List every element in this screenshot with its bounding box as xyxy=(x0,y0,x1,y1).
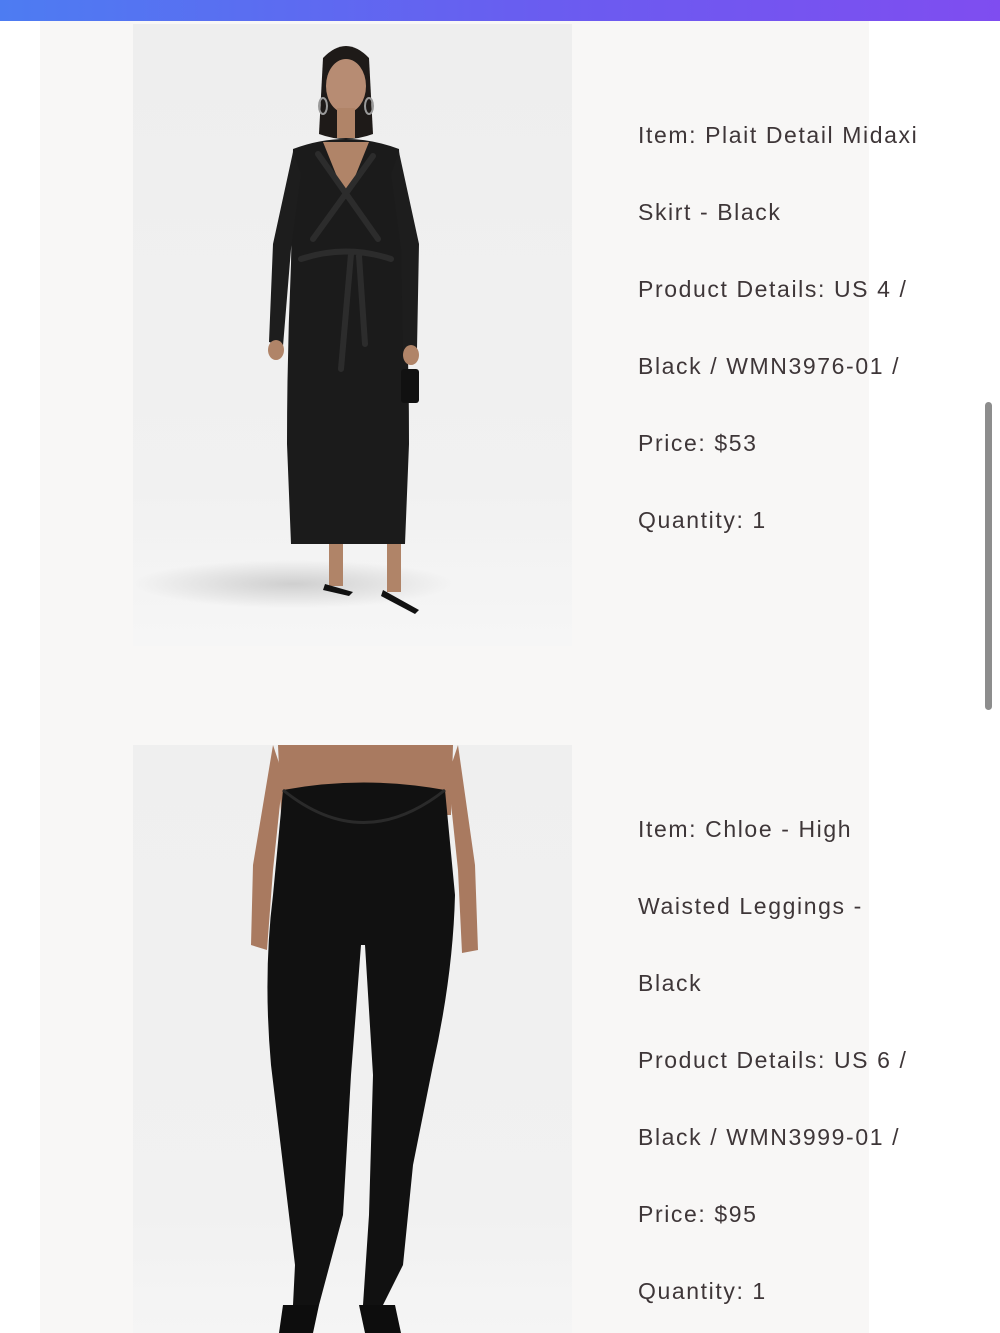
quantity-text: Quantity: 1 xyxy=(638,507,767,533)
product-details-line: Product Details: US 6 / xyxy=(638,1047,908,1073)
skirt-model-illustration xyxy=(133,24,572,646)
price-text: Price: $95 xyxy=(638,1201,758,1227)
price-text: Price: $53 xyxy=(638,430,758,456)
item-name-line: Item: Plait Detail Midaxi xyxy=(638,122,919,148)
item-name-line: Skirt - Black xyxy=(638,199,782,225)
top-gradient-bar xyxy=(0,0,1000,21)
product-image-leggings[interactable] xyxy=(133,745,572,1333)
quantity-text: Quantity: 1 xyxy=(638,1278,767,1304)
item-name-line: Item: Chloe - High xyxy=(638,816,853,842)
product-details-line: Black / WMN3999-01 / xyxy=(638,1124,901,1150)
scrollbar-thumb[interactable] xyxy=(985,402,992,710)
item-name-line: Black xyxy=(638,970,703,996)
item-name-line: Waisted Leggings - xyxy=(638,893,863,919)
leggings-model-illustration xyxy=(133,745,572,1333)
product-image-skirt[interactable] xyxy=(133,24,572,646)
product-details-line: Black / WMN3976-01 / xyxy=(638,353,901,379)
product-details-line: Product Details: US 4 / xyxy=(638,276,908,302)
